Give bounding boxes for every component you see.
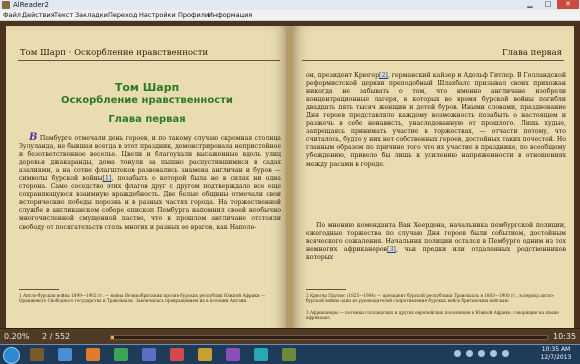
right-running-header: Глава первая: [502, 48, 563, 58]
menu-profiles[interactable]: Профили: [178, 10, 209, 20]
book-title: Оскорбление нравственности: [61, 95, 233, 106]
maximize-button[interactable]: □: [539, 0, 557, 9]
taskbar-app-icon[interactable]: [282, 348, 296, 361]
reading-progress-bar[interactable]: [110, 335, 548, 340]
taskbar-app-icon[interactable]: [114, 348, 128, 361]
taskbar-clock[interactable]: 10:35 AM 12/7/2013: [534, 346, 578, 362]
book-author: Том Шарп: [114, 81, 180, 94]
paragraph-text: он, президент Крюгер: [306, 72, 380, 79]
taskbar-app-icon[interactable]: [142, 348, 156, 361]
minimize-button[interactable]: ▁: [521, 0, 539, 9]
right-body-paragraph-1: он, президент Крюгер[2], германский кайз…: [306, 72, 566, 169]
menu-text[interactable]: Текст: [54, 10, 73, 20]
start-button[interactable]: [3, 347, 20, 364]
footnote-1: 1 Англо-бурская война 1899—1902 гг. — во…: [19, 293, 266, 304]
progress-fill: [111, 336, 114, 339]
system-tray: [452, 348, 522, 360]
paragraph-text-rest: , германский кайзер и Адольф Гитлер. В Г…: [306, 72, 567, 168]
reader-status-bar: 0.20% 2 / 552 10:35: [0, 328, 580, 344]
progress-percent: 0.20%: [4, 332, 30, 341]
menu-goto[interactable]: Переход: [108, 10, 137, 20]
menu-bookmarks[interactable]: Закладки: [75, 10, 108, 20]
header-divider: [18, 60, 280, 61]
clock-time: 10:35 AM: [541, 346, 571, 353]
clock-date: 12/7/2013: [540, 354, 572, 361]
app-icon: [2, 1, 10, 9]
taskbar-app-icon[interactable]: [170, 348, 184, 361]
taskbar-app-icon[interactable]: [86, 348, 100, 361]
menu-info[interactable]: Информация: [208, 10, 252, 20]
taskbar-app-icon[interactable]: [58, 348, 72, 361]
volume-icon[interactable]: [502, 350, 509, 357]
menu-file[interactable]: Файл: [3, 10, 21, 20]
left-page[interactable]: Том Шарп · Оскорбление нравственности То…: [6, 26, 288, 338]
footnote-link-2[interactable]: [2]: [379, 72, 388, 79]
left-running-header: Том Шарп · Оскорбление нравственности: [20, 48, 209, 58]
footnote-2: 2 Крюгер Паулюс (1825—1904) — президент …: [306, 293, 555, 304]
taskbar-app-icon[interactable]: [30, 348, 44, 361]
menu-bar: Файл Действия Текст Закладки Переход Нас…: [0, 10, 580, 21]
reader-area[interactable]: Том Шарп · Оскорбление нравственности То…: [0, 21, 580, 344]
close-button[interactable]: ✕: [557, 0, 579, 9]
taskbar-app-icon[interactable]: [198, 348, 212, 361]
network-icon[interactable]: [490, 350, 497, 357]
tray-icon[interactable]: [478, 350, 485, 357]
header-divider-right: [302, 60, 564, 61]
right-page[interactable]: Глава первая он, президент Крюгер[2], ге…: [292, 26, 574, 338]
tray-icon[interactable]: [454, 350, 461, 357]
taskbar-app-icon[interactable]: [254, 348, 268, 361]
right-body-paragraph-2: По мнению коменданта Ван Хеердена, начал…: [306, 222, 566, 262]
footnote-divider: [19, 289, 59, 290]
left-body-paragraph: В Пембурге отмечали день героев, и по та…: [19, 133, 281, 232]
window-title: AlReader2: [13, 1, 49, 9]
tray-icon[interactable]: [466, 350, 473, 357]
menu-actions[interactable]: Действия: [22, 10, 55, 20]
footnote-link-3[interactable]: [3]: [387, 246, 396, 253]
menu-settings[interactable]: Настройки: [139, 10, 176, 20]
paragraph-text-tail: , позабыть о которой была не в силах ни …: [19, 175, 281, 231]
page-counter: 2 / 552: [42, 332, 71, 341]
status-clock: 10:35: [553, 332, 577, 341]
chapter-title: Глава первая: [108, 114, 186, 125]
os-taskbar: 10:35 AM 12/7/2013: [0, 344, 580, 364]
taskbar-app-icon[interactable]: [226, 348, 240, 361]
footnote-3: 3 Африканеры — потомки голландских и дру…: [306, 310, 559, 321]
footnote-divider-right: [306, 289, 346, 290]
